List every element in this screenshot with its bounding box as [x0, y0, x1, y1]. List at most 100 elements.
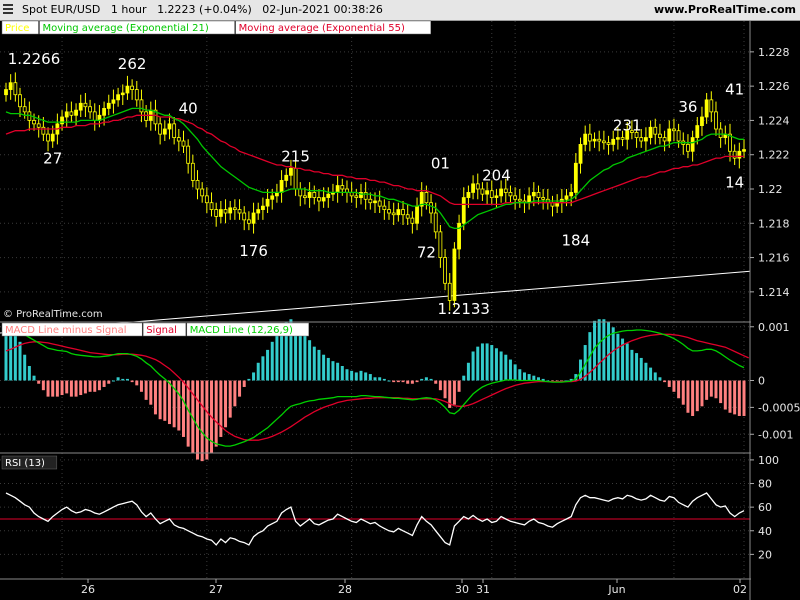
macd-hist-bar	[18, 341, 22, 381]
macd-hist-bar	[23, 354, 27, 381]
macd-hist-bar	[322, 354, 326, 381]
macd-hist-bar	[742, 380, 746, 416]
candle-body	[569, 192, 574, 197]
macd-hist-bar	[522, 372, 526, 381]
macd-hist-bar	[387, 380, 391, 382]
price-annotation: 01	[431, 154, 450, 172]
macd-hist-bar	[130, 380, 134, 383]
candle-body	[700, 116, 704, 126]
macd-hist-bar	[733, 380, 737, 415]
candle-body	[125, 85, 130, 94]
macd-hist-bar	[298, 330, 302, 381]
price-annotation: 41	[725, 81, 744, 99]
candle-body	[513, 195, 518, 200]
macd-hist-bar	[55, 380, 59, 397]
macd-hist-bar	[434, 380, 438, 384]
candle-body	[106, 102, 111, 109]
candle-body	[237, 209, 242, 214]
macd-hist-bar	[705, 380, 709, 400]
candle-body	[485, 190, 490, 195]
macd-hist-bar	[186, 380, 190, 447]
macd-hist-bar	[83, 380, 87, 394]
macd-hist-bar	[681, 380, 685, 405]
y-tick-label: 1.214	[758, 286, 790, 299]
candle-body	[200, 188, 205, 197]
candle-body	[653, 126, 658, 135]
macd-hist-bar	[46, 380, 50, 397]
macd-hist-bar	[247, 378, 251, 381]
candle-body	[64, 111, 69, 118]
macd-hist-bar	[144, 380, 148, 400]
candle-body	[41, 126, 46, 135]
candle-body	[228, 207, 233, 214]
candle-body	[405, 214, 410, 219]
macd-hist-bar	[88, 380, 92, 392]
candle-body	[176, 137, 181, 142]
candle-body	[321, 197, 326, 202]
macd-hist-bar	[378, 377, 382, 381]
macd-hist-bar	[9, 328, 13, 381]
candle-body	[578, 144, 583, 164]
candle-body	[662, 137, 667, 142]
macd-hist-bar	[364, 372, 368, 381]
macd-hist-bar	[382, 378, 386, 381]
macd-hist-bar	[303, 335, 307, 381]
candle-body	[447, 282, 452, 301]
y-tick-label: 1.224	[758, 114, 790, 127]
candle-body	[737, 150, 742, 159]
candle-body	[517, 198, 522, 202]
macd-hist-bar	[691, 380, 695, 416]
candle-body	[190, 162, 195, 181]
candle-body	[597, 138, 602, 142]
candle-body	[134, 89, 139, 101]
candle-body	[172, 123, 177, 138]
macd-hist-bar	[494, 348, 498, 381]
macd-hist-bar	[686, 380, 690, 413]
candle-body	[260, 205, 265, 210]
macd-hist-bar	[630, 349, 634, 381]
macd-hist-bar	[4, 332, 8, 381]
x-tick-label: Jun	[607, 583, 625, 596]
candle-body	[611, 138, 616, 145]
price-annotation: 262	[118, 55, 147, 73]
macd-panel: MACD Line minus Signal Signal MACD Line (1…	[1, 319, 749, 462]
macd-hist-bar	[607, 322, 611, 381]
candle-body	[284, 174, 289, 181]
price-annotation: 231	[613, 117, 642, 135]
macd-hist-bar	[415, 380, 419, 383]
macd-hist-bar	[644, 362, 648, 381]
macd-hist-bar	[401, 380, 405, 383]
legend-entry: MACD Line minus Signal	[5, 325, 126, 336]
candle-body	[494, 195, 499, 198]
candle-body	[438, 231, 443, 258]
candle-body	[667, 128, 672, 142]
candle-body	[111, 99, 116, 104]
macd-hist-bar	[653, 372, 657, 381]
macd-hist-bar	[158, 380, 162, 420]
macd-hist-bar	[224, 380, 228, 428]
candle-body	[742, 149, 746, 152]
candle-body	[317, 197, 321, 202]
candle-body	[195, 180, 200, 190]
price-annotation: 40	[179, 100, 198, 118]
macd-hist-bar	[616, 333, 620, 381]
candle-body	[648, 126, 653, 138]
candle-body	[204, 195, 209, 204]
macd-hist-bar	[438, 380, 442, 391]
y-tick-label: 0	[758, 375, 765, 388]
y-tick-label: 1.222	[758, 149, 790, 162]
price-panel: 1.2266 262 27 40 176 215 01 204 72 184 1.2133 231 36…	[0, 20, 800, 334]
candle-body	[88, 106, 92, 113]
candle-body	[78, 102, 83, 111]
candle-body	[251, 212, 256, 224]
legend-entry: Price	[5, 23, 29, 34]
macd-hist-bar	[466, 362, 470, 381]
macd-hist-bar	[205, 380, 209, 460]
candle-body	[732, 150, 737, 159]
macd-hist-bar	[261, 356, 265, 381]
grid-layer	[0, 21, 750, 578]
y-tick-label: -0.0005	[758, 401, 800, 414]
macd-hist-bar	[457, 380, 461, 392]
candle-body	[340, 185, 345, 190]
macd-hist-bar	[345, 369, 349, 381]
